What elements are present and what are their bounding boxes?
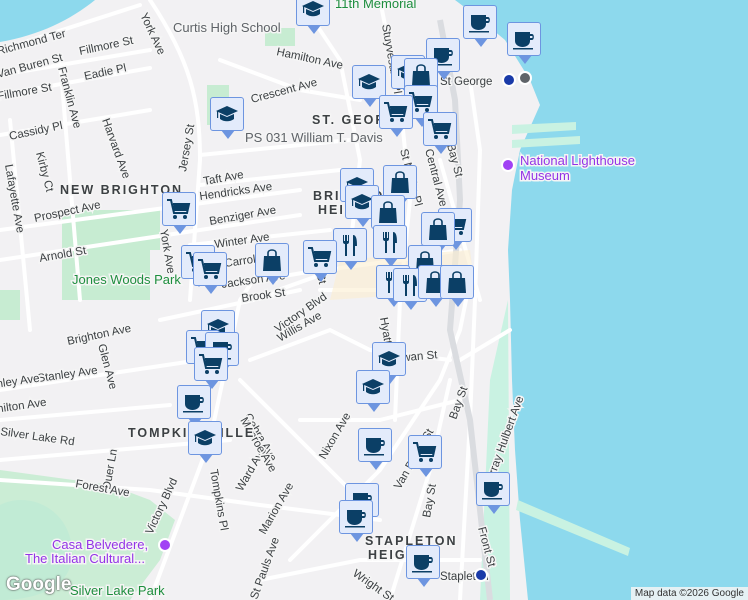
grocery-icon xyxy=(199,354,223,374)
grocery-icon xyxy=(167,199,191,219)
cafe-marker[interactable] xyxy=(406,545,440,587)
grocery-icon xyxy=(384,102,408,122)
street-label: Kirby Ct xyxy=(33,151,55,194)
cafe-marker[interactable] xyxy=(507,22,541,64)
park-left xyxy=(0,290,20,320)
shopping-marker[interactable] xyxy=(383,165,417,207)
education-icon xyxy=(216,106,238,122)
shopping-marker[interactable] xyxy=(440,265,474,307)
shopping-icon xyxy=(429,218,447,240)
street-label: Silver Lake Rd xyxy=(0,426,75,448)
grocery-marker[interactable] xyxy=(193,252,227,294)
cafe-marker[interactable] xyxy=(358,428,392,470)
cafe-icon xyxy=(482,482,503,500)
education-marker[interactable] xyxy=(352,65,386,107)
memorial-label: 11th Memorial xyxy=(335,0,417,11)
park-label: Silver Lake Park xyxy=(70,583,165,598)
education-icon xyxy=(302,1,324,17)
cafe-marker[interactable] xyxy=(177,385,211,427)
grocery-marker[interactable] xyxy=(162,192,196,234)
museum-label: Museum xyxy=(520,168,570,183)
park-label: Jones Woods Park xyxy=(72,272,181,287)
street-label: Stanley Ave xyxy=(37,365,99,385)
grocery-marker[interactable] xyxy=(194,347,228,389)
cafe-icon xyxy=(412,555,433,573)
cafe-icon xyxy=(513,32,534,50)
street-label: Harvard Ave xyxy=(99,117,132,180)
shopping-marker[interactable] xyxy=(421,212,455,254)
subway-icon[interactable] xyxy=(502,73,516,87)
cafe-icon xyxy=(345,510,366,528)
shopping-icon xyxy=(379,201,397,223)
poi-label: The Italian Cultural... xyxy=(25,551,145,566)
restaurant-icon xyxy=(343,235,357,256)
school-label: PS 031 William T. Davis xyxy=(245,130,383,145)
school-label: Curtis High School xyxy=(173,20,281,35)
education-icon xyxy=(362,379,384,395)
grocery-marker[interactable] xyxy=(303,240,337,282)
street-label: Wright St xyxy=(350,568,396,600)
shopping-icon xyxy=(448,271,466,293)
restaurant-icon xyxy=(383,232,397,253)
cafe-icon xyxy=(469,15,490,33)
museum-label: National Lighthouse xyxy=(520,153,635,168)
grocery-icon xyxy=(198,259,222,279)
cafe-marker[interactable] xyxy=(339,500,373,542)
shopping-marker[interactable] xyxy=(371,195,405,237)
street-label: Eadie Pl xyxy=(83,62,127,83)
grocery-marker[interactable] xyxy=(379,95,413,137)
grocery-icon xyxy=(308,247,332,267)
restaurant-marker[interactable] xyxy=(373,225,407,267)
education-icon xyxy=(378,351,400,367)
education-marker[interactable] xyxy=(296,0,330,34)
education-icon xyxy=(194,430,216,446)
grocery-marker[interactable] xyxy=(408,435,442,477)
education-icon xyxy=(358,74,380,90)
shopping-icon xyxy=(391,171,409,193)
cafe-marker[interactable] xyxy=(463,5,497,47)
grocery-marker[interactable] xyxy=(423,112,457,154)
shopping-marker[interactable] xyxy=(255,243,289,285)
poi-label: Casa Belvedere, xyxy=(52,537,148,552)
street-label: Cassidy Pl xyxy=(8,120,64,143)
street-label: Glen Ave xyxy=(95,343,119,391)
restaurant-marker[interactable] xyxy=(333,228,367,270)
map-attribution[interactable]: Map data ©2026 Google xyxy=(630,587,748,600)
cafe-icon xyxy=(364,438,385,456)
education-marker[interactable] xyxy=(210,97,244,139)
street-label: St Pauls Ave xyxy=(249,536,283,600)
cafe-marker[interactable] xyxy=(476,472,510,514)
street-label: Lafayette Ave xyxy=(2,163,26,234)
street-label: Fillmore St xyxy=(0,81,53,102)
grocery-icon xyxy=(413,442,437,462)
shopping-icon xyxy=(263,249,281,271)
attraction-pin[interactable] xyxy=(158,538,172,552)
education-marker[interactable] xyxy=(188,421,222,463)
ferry-pin[interactable] xyxy=(518,71,532,85)
cafe-icon xyxy=(183,395,204,413)
museum-pin[interactable] xyxy=(501,158,515,172)
education-marker[interactable] xyxy=(356,370,390,412)
street-label: Jersey St xyxy=(177,122,197,172)
subway-icon[interactable] xyxy=(474,568,488,582)
grocery-icon xyxy=(428,119,452,139)
google-logo: Google xyxy=(6,574,72,595)
